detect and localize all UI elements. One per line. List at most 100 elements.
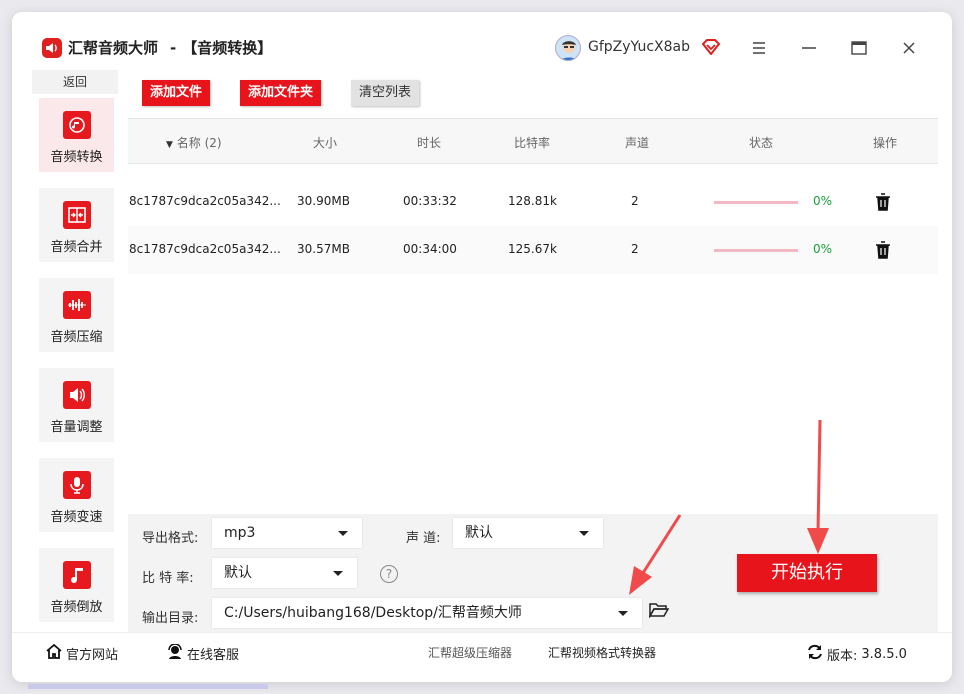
column-size: 大小 xyxy=(313,136,338,150)
refresh-icon xyxy=(807,644,823,664)
format-label: 导出格式: xyxy=(142,531,199,546)
app-logo-icon xyxy=(42,38,62,58)
sidebar-item-label: 音频合并 xyxy=(50,240,103,255)
app-name: 汇帮音频大师 xyxy=(68,39,159,57)
file-size: 30.57MB xyxy=(297,242,350,256)
column-channels: 声道 xyxy=(625,136,650,150)
audio-merge-icon xyxy=(63,201,91,229)
footer: 官方网站 在线客服 汇帮超级压缩器 汇帮视频格式转换器 版本: 3.8.5.0 xyxy=(12,632,952,672)
sidebar-item-reverse[interactable]: 音频倒放 xyxy=(39,548,114,622)
support-agent-icon xyxy=(167,643,183,663)
bitrate-select[interactable]: 默认 xyxy=(212,558,357,588)
chevron-down-icon xyxy=(618,611,628,616)
chevron-down-icon xyxy=(333,571,343,576)
chevron-down-icon xyxy=(338,531,348,536)
vip-diamond-icon[interactable] xyxy=(701,39,721,59)
version-info[interactable]: 版本: 3.8.5.0 xyxy=(807,644,907,664)
menu-icon[interactable] xyxy=(747,36,771,60)
format-value: mp3 xyxy=(224,525,256,541)
output-path-select[interactable]: C:/Users/huibang168/Desktop/汇帮音频大师 xyxy=(212,598,642,628)
file-bitrate: 125.67k xyxy=(508,242,557,256)
channel-select[interactable]: 默认 xyxy=(453,518,603,548)
file-duration: 00:33:32 xyxy=(403,194,457,208)
audio-convert-icon xyxy=(63,111,91,139)
maximize-button[interactable] xyxy=(847,36,871,60)
taskbar-strip xyxy=(28,684,268,689)
sidebar-item-label: 音量调整 xyxy=(50,420,103,435)
clear-list-button[interactable]: 清空列表 xyxy=(351,80,420,106)
module-name: 【音频转换】 xyxy=(182,39,273,57)
output-label: 输出目录: xyxy=(142,611,199,626)
audio-compress-icon xyxy=(63,291,91,319)
sidebar-item-audio-convert[interactable]: 音频转换 xyxy=(39,98,114,172)
progress-bar xyxy=(714,201,798,204)
compressor-link[interactable]: 汇帮超级压缩器 xyxy=(428,644,512,661)
app-window: 汇帮音频大师 - 【音频转换】 GfpZyYucX8ab 返回 音频转换 音频合… xyxy=(12,12,952,682)
format-select[interactable]: mp3 xyxy=(212,518,362,548)
microphone-icon xyxy=(63,471,91,499)
home-icon xyxy=(46,643,62,663)
website-link[interactable]: 官方网站 xyxy=(46,643,119,663)
help-icon[interactable]: ? xyxy=(380,565,398,583)
file-channels: 2 xyxy=(631,242,639,256)
file-name: 8c1787c9dca2c05a342... xyxy=(129,242,281,256)
username[interactable]: GfpZyYucX8ab xyxy=(588,39,690,55)
table-header: ▼ 名称 (2) 大小 时长 比特率 声道 状态 操作 xyxy=(128,118,938,164)
title-separator: - xyxy=(170,39,177,57)
bitrate-label: 比 特 率: xyxy=(142,571,194,586)
sidebar: 返回 音频转换 音频合并 音频压缩 音量调整 音频变速 音频倒放 xyxy=(32,70,118,630)
file-bitrate: 128.81k xyxy=(508,194,557,208)
channel-label: 声 道: xyxy=(406,531,441,546)
volume-icon xyxy=(63,381,91,409)
back-button[interactable]: 返回 xyxy=(32,70,118,94)
chevron-down-icon xyxy=(579,531,589,536)
sidebar-item-volume[interactable]: 音量调整 xyxy=(39,368,114,442)
sidebar-item-audio-merge[interactable]: 音频合并 xyxy=(39,188,114,262)
video-converter-link[interactable]: 汇帮视频格式转换器 xyxy=(548,644,656,661)
sort-down-icon: ▼ xyxy=(166,140,173,150)
main-panel: 添加文件 添加文件夹 清空列表 ▼ 名称 (2) 大小 时长 比特率 声道 状态… xyxy=(128,70,938,514)
progress-percent: 0% xyxy=(813,242,833,256)
add-file-button[interactable]: 添加文件 xyxy=(142,80,211,106)
output-path-value: C:/Users/huibang168/Desktop/汇帮音频大师 xyxy=(224,605,522,621)
music-note-icon xyxy=(63,561,91,589)
title-bar: 汇帮音频大师 - 【音频转换】 GfpZyYucX8ab xyxy=(12,12,952,68)
folder-open-icon[interactable] xyxy=(648,602,670,622)
table-row[interactable]: 8c1787c9dca2c05a342... 30.90MB 00:33:32 … xyxy=(128,178,938,226)
minimize-button[interactable] xyxy=(797,36,821,60)
progress-percent: 0% xyxy=(813,194,833,208)
channel-value: 默认 xyxy=(465,525,493,541)
sidebar-item-audio-compress[interactable]: 音频压缩 xyxy=(39,278,114,352)
version-label: 版本: xyxy=(827,648,858,664)
column-name[interactable]: ▼ 名称 (2) xyxy=(166,134,222,151)
bitrate-value: 默认 xyxy=(224,565,252,581)
sidebar-item-label: 音频压缩 xyxy=(50,330,103,345)
table-row[interactable]: 8c1787c9dca2c05a342... 30.57MB 00:34:00 … xyxy=(128,226,938,274)
progress-bar xyxy=(714,249,798,252)
sidebar-item-label: 音频转换 xyxy=(50,150,103,165)
website-label: 官方网站 xyxy=(66,648,119,663)
column-name-label: 名称 (2) xyxy=(176,136,222,150)
file-name: 8c1787c9dca2c05a342... xyxy=(129,194,281,208)
file-size: 30.90MB xyxy=(297,194,350,208)
column-action: 操作 xyxy=(873,136,898,150)
delete-icon[interactable] xyxy=(875,241,891,263)
version-number: 3.8.5.0 xyxy=(861,646,907,662)
column-bitrate: 比特率 xyxy=(514,136,551,150)
app-title: 汇帮音频大师 - 【音频转换】 xyxy=(68,37,272,58)
file-channels: 2 xyxy=(631,194,639,208)
start-button[interactable]: 开始执行 xyxy=(737,554,877,592)
column-duration: 时长 xyxy=(417,136,442,150)
column-status: 状态 xyxy=(749,136,774,150)
sidebar-item-label: 音频倒放 xyxy=(50,600,103,615)
avatar[interactable] xyxy=(555,35,581,61)
delete-icon[interactable] xyxy=(875,193,891,215)
close-button[interactable] xyxy=(897,36,921,60)
settings-panel: 导出格式: mp3 声 道: 默认 比 特 率: 默认 ? 输出目录: C:/U… xyxy=(128,514,938,632)
sidebar-item-label: 音频变速 xyxy=(50,510,103,525)
support-label: 在线客服 xyxy=(187,648,240,663)
sidebar-item-speed[interactable]: 音频变速 xyxy=(39,458,114,532)
add-folder-button[interactable]: 添加文件夹 xyxy=(240,80,322,106)
support-link[interactable]: 在线客服 xyxy=(167,643,240,663)
file-duration: 00:34:00 xyxy=(403,242,457,256)
